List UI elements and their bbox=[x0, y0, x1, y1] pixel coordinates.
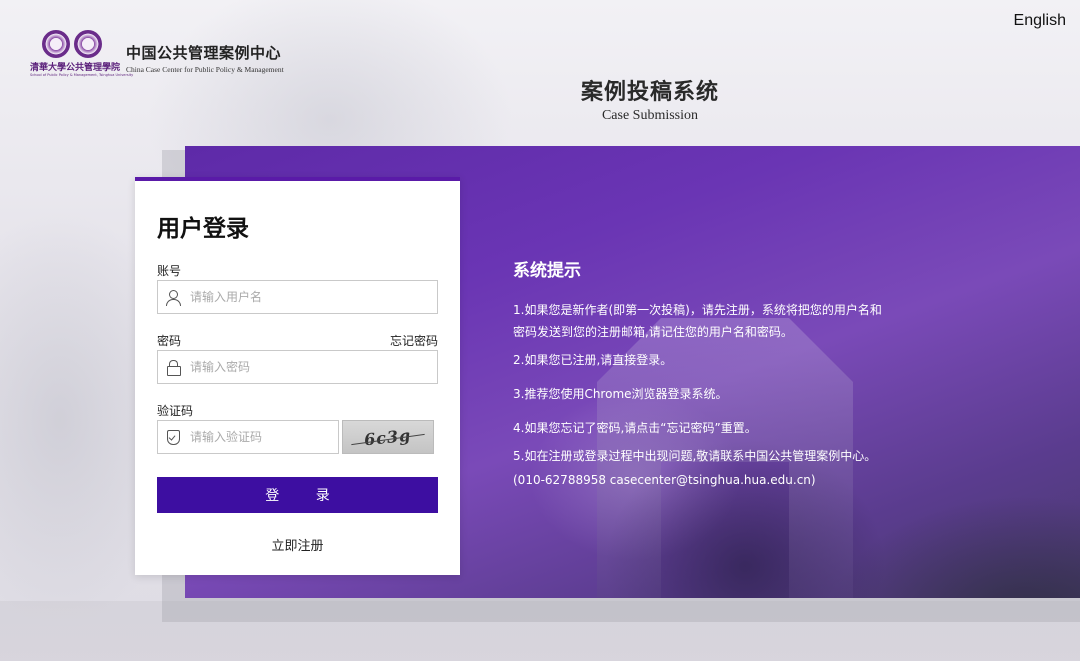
user-icon bbox=[166, 290, 181, 306]
university-seal-icon bbox=[42, 30, 70, 58]
account-field[interactable] bbox=[157, 280, 438, 314]
system-tips: 系统提示 1.如果您是新作者(即第一次投稿)，请先注册，系统将把您的用户名和 密… bbox=[513, 256, 882, 491]
tip-item: 密码发送到您的注册邮箱,请记住您的用户名和密码。 bbox=[513, 325, 793, 339]
captcha-image[interactable]: 6c3g bbox=[342, 420, 434, 454]
logo-calligraphy: 清華大學公共管理學院 bbox=[30, 63, 121, 73]
tip-item: 3.推荐您使用Chrome浏览器登录系统。 bbox=[513, 387, 728, 401]
captcha-field[interactable] bbox=[157, 420, 339, 454]
captcha-label: 验证码 bbox=[157, 404, 194, 418]
brand: 中国公共管理案例中心 China Case Center for Public … bbox=[126, 42, 284, 74]
tips-title: 系统提示 bbox=[513, 261, 581, 281]
brand-title-cn: 中国公共管理案例中心 bbox=[126, 44, 282, 62]
account-label: 账号 bbox=[157, 264, 182, 278]
system-title-cn: 案例投稿系统 bbox=[580, 80, 719, 105]
tsinghua-logo: 清華大學公共管理學院 School of Public Policy & Man… bbox=[28, 30, 133, 80]
lock-icon bbox=[166, 360, 181, 376]
tip-item: 1.如果您是新作者(即第一次投稿)，请先注册，系统将把您的用户名和 bbox=[513, 303, 882, 317]
tip-item: 4.如果您忘记了密码,请点击“忘记密码”重置。 bbox=[513, 421, 757, 435]
system-title-en: Case Submission bbox=[601, 108, 699, 123]
password-field[interactable] bbox=[157, 350, 438, 384]
forgot-password-link[interactable]: 忘记密码 bbox=[390, 332, 438, 349]
tip-item: 5.如在注册或登录过程中出现问题,敬请联系中国公共管理案例中心。 bbox=[513, 449, 877, 463]
tip-contact: (010-62788958 casecenter@tsinghua.hua.ed… bbox=[513, 473, 816, 487]
login-button[interactable]: 登 录 bbox=[157, 477, 438, 513]
brand-title-en: China Case Center for Public Policy & Ma… bbox=[126, 65, 284, 74]
register-link[interactable]: 立即注册 bbox=[135, 535, 460, 554]
login-card: 用户登录 账号 密码 忘记密码 验证码 6c3g 登 录 立即注册 bbox=[135, 177, 460, 575]
account-input[interactable] bbox=[190, 290, 410, 304]
language-switch-link[interactable]: English bbox=[1014, 12, 1066, 30]
school-seal-icon bbox=[74, 30, 102, 58]
captcha-text: 6c3g bbox=[363, 425, 413, 449]
tip-item: 2.如果您已注册,请直接登录。 bbox=[513, 353, 673, 367]
password-input[interactable] bbox=[190, 360, 410, 374]
password-label: 密码 bbox=[157, 334, 182, 348]
system-title: 案例投稿系统 Case Submission bbox=[0, 74, 1080, 124]
login-title: 用户登录 bbox=[157, 216, 249, 242]
captcha-input[interactable] bbox=[190, 430, 330, 444]
shield-icon bbox=[166, 430, 180, 445]
